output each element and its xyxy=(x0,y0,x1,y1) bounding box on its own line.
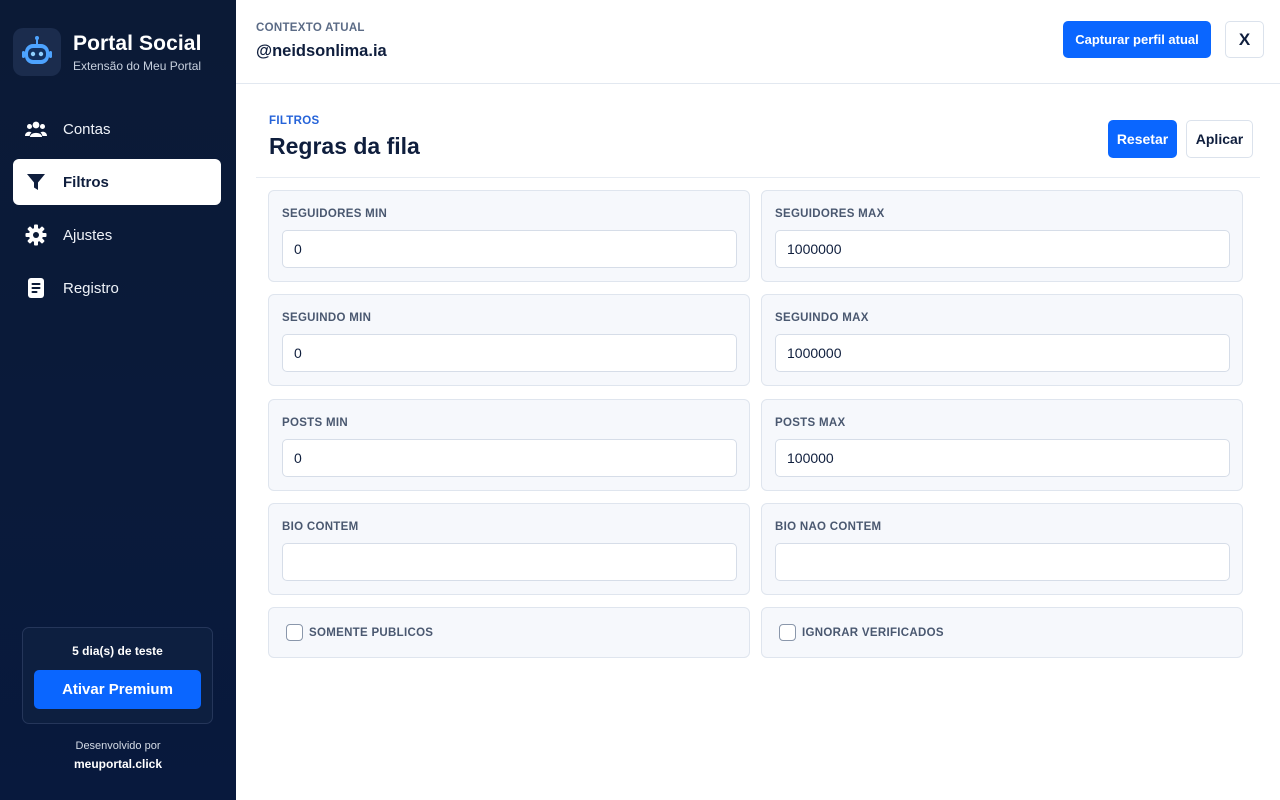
sidebar-item-label: Ajustes xyxy=(63,226,113,244)
following-min-input[interactable] xyxy=(282,334,737,372)
checkbox-label: SOMENTE PUBLICOS xyxy=(309,626,434,639)
sidebar-item-filtros[interactable]: Filtros xyxy=(13,159,221,205)
trial-box: 5 dia(s) de teste Ativar Premium xyxy=(22,627,213,724)
ignore-verified-checkbox[interactable] xyxy=(779,624,796,641)
sidebar-item-label: Contas xyxy=(63,120,111,138)
field-label: POSTS MIN xyxy=(282,417,348,429)
gear-icon xyxy=(25,224,47,246)
sidebar-item-label: Filtros xyxy=(63,173,109,191)
field-label: SEGUIDORES MAX xyxy=(775,208,885,220)
sidebar: Portal Social Extensão do Meu Portal Con… xyxy=(0,0,236,800)
field-label: BIO NAO CONTEM xyxy=(775,521,882,533)
following-max-card: SEGUINDO MAX xyxy=(761,294,1243,386)
capture-profile-button[interactable]: Capturar perfil atual xyxy=(1063,21,1211,58)
bio-not-contains-card: BIO NAO CONTEM xyxy=(761,503,1243,595)
sidebar-item-label: Registro xyxy=(63,279,119,297)
bio-contains-card: BIO CONTEM xyxy=(268,503,750,595)
context-user: @neidsonlima.ia xyxy=(256,42,387,60)
header: CONTEXTO ATUAL @neidsonlima.ia Capturar … xyxy=(236,0,1280,84)
sidebar-item-ajustes[interactable]: Ajustes xyxy=(13,212,221,258)
sidebar-item-registro[interactable]: Registro xyxy=(13,265,221,311)
page-title: Regras da fila xyxy=(269,133,420,159)
posts-max-card: POSTS MAX xyxy=(761,399,1243,491)
filters-panel: FILTROS Regras da fila Resetar Aplicar S… xyxy=(236,85,1280,800)
robot-icon xyxy=(13,28,61,76)
bio-contains-input[interactable] xyxy=(282,543,737,581)
divider xyxy=(256,177,1260,178)
checkbox-label: IGNORAR VERIFICADOS xyxy=(802,626,944,639)
filter-icon xyxy=(25,171,47,193)
developed-by-text: Desenvolvido por xyxy=(75,740,161,752)
sidebar-item-contas[interactable]: Contas xyxy=(13,106,221,152)
sidebar-nav: Contas Filtros Ajustes Registro xyxy=(13,106,221,318)
field-label: POSTS MAX xyxy=(775,417,846,429)
trial-text: 5 dia(s) de teste xyxy=(72,644,163,658)
following-min-card: SEGUINDO MIN xyxy=(268,294,750,386)
apply-button[interactable]: Aplicar xyxy=(1186,120,1253,158)
app-subtitle: Extensão do Meu Portal xyxy=(73,59,202,73)
posts-min-card: POSTS MIN xyxy=(268,399,750,491)
activate-premium-button[interactable]: Ativar Premium xyxy=(34,670,201,709)
bio-not-contains-input[interactable] xyxy=(775,543,1230,581)
app-title: Portal Social xyxy=(73,32,202,55)
developer-site-link[interactable]: meuportal.click xyxy=(0,757,236,771)
followers-max-card: SEGUIDORES MAX xyxy=(761,190,1243,282)
document-icon xyxy=(25,277,47,299)
users-icon xyxy=(25,118,47,140)
reset-button[interactable]: Resetar xyxy=(1108,120,1177,158)
following-max-input[interactable] xyxy=(775,334,1230,372)
followers-min-card: SEGUIDORES MIN xyxy=(268,190,750,282)
context-label: CONTEXTO ATUAL xyxy=(256,22,365,34)
close-button[interactable]: X xyxy=(1225,21,1264,58)
field-label: BIO CONTEM xyxy=(282,521,359,533)
brand: Portal Social Extensão do Meu Portal xyxy=(13,28,202,76)
section-eyebrow: FILTROS xyxy=(269,115,320,127)
field-label: SEGUINDO MIN xyxy=(282,312,372,324)
followers-max-input[interactable] xyxy=(775,230,1230,268)
ignore-verified-option[interactable]: IGNORAR VERIFICADOS xyxy=(761,607,1243,658)
only-public-checkbox[interactable] xyxy=(286,624,303,641)
field-label: SEGUINDO MAX xyxy=(775,312,869,324)
only-public-option[interactable]: SOMENTE PUBLICOS xyxy=(268,607,750,658)
followers-min-input[interactable] xyxy=(282,230,737,268)
posts-max-input[interactable] xyxy=(775,439,1230,477)
posts-min-input[interactable] xyxy=(282,439,737,477)
field-label: SEGUIDORES MIN xyxy=(282,208,388,220)
